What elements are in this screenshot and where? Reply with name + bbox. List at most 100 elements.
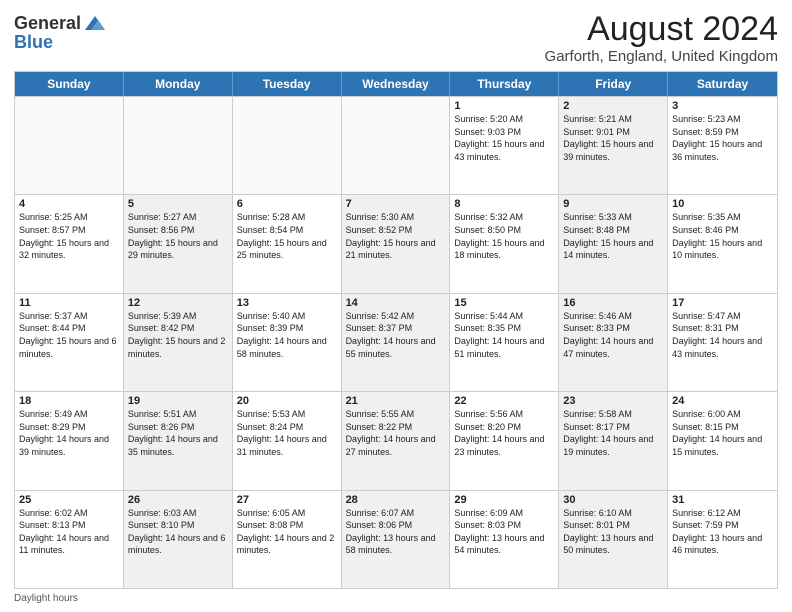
- cell-info: Sunrise: 5:51 AM Sunset: 8:26 PM Dayligh…: [128, 408, 228, 458]
- day-cell-27: 27Sunrise: 6:05 AM Sunset: 8:08 PM Dayli…: [233, 491, 342, 588]
- day-number: 19: [128, 395, 228, 407]
- day-header-thursday: Thursday: [450, 72, 559, 96]
- cell-info: Sunrise: 5:47 AM Sunset: 8:31 PM Dayligh…: [672, 310, 773, 360]
- day-number: 14: [346, 297, 446, 309]
- day-number: 27: [237, 494, 337, 506]
- day-cell-31: 31Sunrise: 6:12 AM Sunset: 7:59 PM Dayli…: [668, 491, 777, 588]
- day-cell-13: 13Sunrise: 5:40 AM Sunset: 8:39 PM Dayli…: [233, 294, 342, 391]
- day-number: 29: [454, 494, 554, 506]
- logo-icon: [83, 12, 105, 34]
- day-number: 21: [346, 395, 446, 407]
- day-header-saturday: Saturday: [668, 72, 777, 96]
- day-cell-9: 9Sunrise: 5:33 AM Sunset: 8:48 PM Daylig…: [559, 195, 668, 292]
- day-number: 28: [346, 494, 446, 506]
- day-number: 5: [128, 198, 228, 210]
- day-number: 9: [563, 198, 663, 210]
- day-number: 30: [563, 494, 663, 506]
- calendar-body: 1Sunrise: 5:20 AM Sunset: 9:03 PM Daylig…: [15, 96, 777, 588]
- calendar: SundayMondayTuesdayWednesdayThursdayFrid…: [14, 71, 778, 589]
- footer: Daylight hours: [14, 593, 778, 604]
- day-header-tuesday: Tuesday: [233, 72, 342, 96]
- cell-info: Sunrise: 5:30 AM Sunset: 8:52 PM Dayligh…: [346, 211, 446, 261]
- location-text: Garforth, England, United Kingdom: [545, 48, 778, 65]
- day-cell-11: 11Sunrise: 5:37 AM Sunset: 8:44 PM Dayli…: [15, 294, 124, 391]
- header: General Blue August 2024 Garforth, Engla…: [14, 12, 778, 65]
- page: General Blue August 2024 Garforth, Engla…: [0, 0, 792, 612]
- cell-info: Sunrise: 5:21 AM Sunset: 9:01 PM Dayligh…: [563, 113, 663, 163]
- day-cell-14: 14Sunrise: 5:42 AM Sunset: 8:37 PM Dayli…: [342, 294, 451, 391]
- cell-info: Sunrise: 5:46 AM Sunset: 8:33 PM Dayligh…: [563, 310, 663, 360]
- day-cell-25: 25Sunrise: 6:02 AM Sunset: 8:13 PM Dayli…: [15, 491, 124, 588]
- day-cell-6: 6Sunrise: 5:28 AM Sunset: 8:54 PM Daylig…: [233, 195, 342, 292]
- calendar-row-1: 4Sunrise: 5:25 AM Sunset: 8:57 PM Daylig…: [15, 194, 777, 292]
- empty-cell: [233, 97, 342, 194]
- cell-info: Sunrise: 6:02 AM Sunset: 8:13 PM Dayligh…: [19, 507, 119, 557]
- day-cell-5: 5Sunrise: 5:27 AM Sunset: 8:56 PM Daylig…: [124, 195, 233, 292]
- cell-info: Sunrise: 5:20 AM Sunset: 9:03 PM Dayligh…: [454, 113, 554, 163]
- cell-info: Sunrise: 5:23 AM Sunset: 8:59 PM Dayligh…: [672, 113, 773, 163]
- day-cell-24: 24Sunrise: 6:00 AM Sunset: 8:15 PM Dayli…: [668, 392, 777, 489]
- cell-info: Sunrise: 5:49 AM Sunset: 8:29 PM Dayligh…: [19, 408, 119, 458]
- day-number: 4: [19, 198, 119, 210]
- day-number: 25: [19, 494, 119, 506]
- empty-cell: [15, 97, 124, 194]
- logo-blue-text: Blue: [14, 32, 53, 53]
- cell-info: Sunrise: 5:32 AM Sunset: 8:50 PM Dayligh…: [454, 211, 554, 261]
- day-number: 22: [454, 395, 554, 407]
- cell-info: Sunrise: 5:44 AM Sunset: 8:35 PM Dayligh…: [454, 310, 554, 360]
- day-cell-28: 28Sunrise: 6:07 AM Sunset: 8:06 PM Dayli…: [342, 491, 451, 588]
- day-number: 15: [454, 297, 554, 309]
- day-cell-22: 22Sunrise: 5:56 AM Sunset: 8:20 PM Dayli…: [450, 392, 559, 489]
- day-number: 20: [237, 395, 337, 407]
- day-cell-8: 8Sunrise: 5:32 AM Sunset: 8:50 PM Daylig…: [450, 195, 559, 292]
- day-number: 6: [237, 198, 337, 210]
- calendar-row-4: 25Sunrise: 6:02 AM Sunset: 8:13 PM Dayli…: [15, 490, 777, 588]
- day-number: 18: [19, 395, 119, 407]
- cell-info: Sunrise: 5:58 AM Sunset: 8:17 PM Dayligh…: [563, 408, 663, 458]
- day-cell-19: 19Sunrise: 5:51 AM Sunset: 8:26 PM Dayli…: [124, 392, 233, 489]
- calendar-row-2: 11Sunrise: 5:37 AM Sunset: 8:44 PM Dayli…: [15, 293, 777, 391]
- logo: General Blue: [14, 12, 105, 53]
- day-number: 16: [563, 297, 663, 309]
- day-cell-7: 7Sunrise: 5:30 AM Sunset: 8:52 PM Daylig…: [342, 195, 451, 292]
- day-cell-30: 30Sunrise: 6:10 AM Sunset: 8:01 PM Dayli…: [559, 491, 668, 588]
- day-number: 13: [237, 297, 337, 309]
- cell-info: Sunrise: 5:55 AM Sunset: 8:22 PM Dayligh…: [346, 408, 446, 458]
- day-cell-29: 29Sunrise: 6:09 AM Sunset: 8:03 PM Dayli…: [450, 491, 559, 588]
- day-header-monday: Monday: [124, 72, 233, 96]
- month-year-title: August 2024: [545, 12, 778, 46]
- empty-cell: [124, 97, 233, 194]
- day-number: 26: [128, 494, 228, 506]
- day-cell-12: 12Sunrise: 5:39 AM Sunset: 8:42 PM Dayli…: [124, 294, 233, 391]
- day-number: 12: [128, 297, 228, 309]
- calendar-header: SundayMondayTuesdayWednesdayThursdayFrid…: [15, 72, 777, 96]
- cell-info: Sunrise: 6:09 AM Sunset: 8:03 PM Dayligh…: [454, 507, 554, 557]
- day-number: 8: [454, 198, 554, 210]
- day-cell-10: 10Sunrise: 5:35 AM Sunset: 8:46 PM Dayli…: [668, 195, 777, 292]
- day-number: 10: [672, 198, 773, 210]
- cell-info: Sunrise: 5:25 AM Sunset: 8:57 PM Dayligh…: [19, 211, 119, 261]
- empty-cell: [342, 97, 451, 194]
- day-cell-20: 20Sunrise: 5:53 AM Sunset: 8:24 PM Dayli…: [233, 392, 342, 489]
- cell-info: Sunrise: 5:42 AM Sunset: 8:37 PM Dayligh…: [346, 310, 446, 360]
- title-section: August 2024 Garforth, England, United Ki…: [545, 12, 778, 65]
- cell-info: Sunrise: 6:03 AM Sunset: 8:10 PM Dayligh…: [128, 507, 228, 557]
- logo-general-text: General: [14, 13, 81, 34]
- day-header-sunday: Sunday: [15, 72, 124, 96]
- day-cell-3: 3Sunrise: 5:23 AM Sunset: 8:59 PM Daylig…: [668, 97, 777, 194]
- logo-text: General: [14, 12, 105, 34]
- day-number: 24: [672, 395, 773, 407]
- calendar-row-0: 1Sunrise: 5:20 AM Sunset: 9:03 PM Daylig…: [15, 96, 777, 194]
- day-number: 1: [454, 100, 554, 112]
- day-number: 7: [346, 198, 446, 210]
- cell-info: Sunrise: 5:37 AM Sunset: 8:44 PM Dayligh…: [19, 310, 119, 360]
- day-cell-4: 4Sunrise: 5:25 AM Sunset: 8:57 PM Daylig…: [15, 195, 124, 292]
- day-header-friday: Friday: [559, 72, 668, 96]
- day-number: 31: [672, 494, 773, 506]
- day-cell-23: 23Sunrise: 5:58 AM Sunset: 8:17 PM Dayli…: [559, 392, 668, 489]
- day-cell-18: 18Sunrise: 5:49 AM Sunset: 8:29 PM Dayli…: [15, 392, 124, 489]
- cell-info: Sunrise: 5:53 AM Sunset: 8:24 PM Dayligh…: [237, 408, 337, 458]
- cell-info: Sunrise: 5:28 AM Sunset: 8:54 PM Dayligh…: [237, 211, 337, 261]
- day-number: 23: [563, 395, 663, 407]
- day-number: 17: [672, 297, 773, 309]
